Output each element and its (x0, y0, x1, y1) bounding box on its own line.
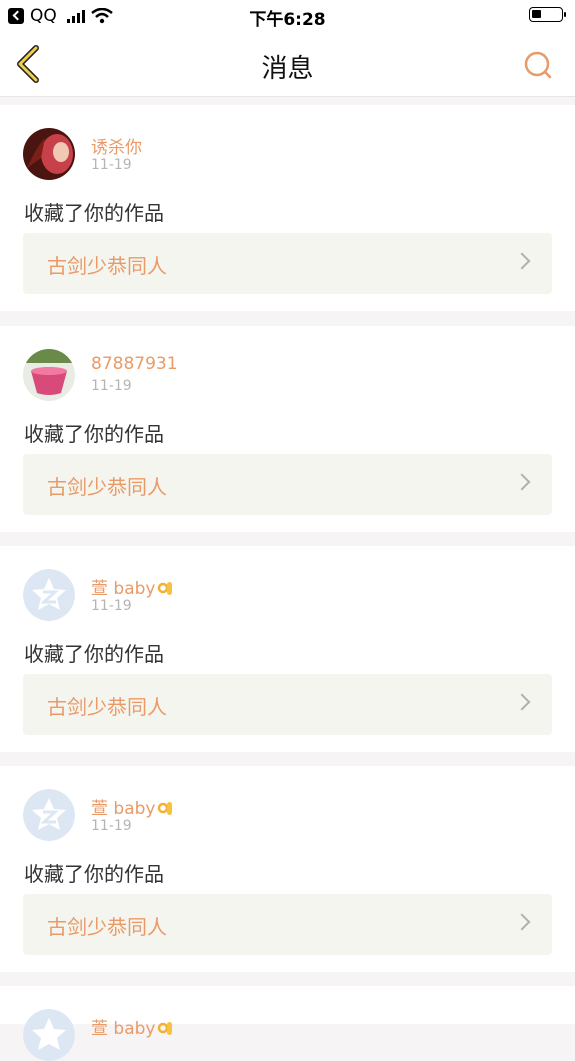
ok-hand-icon (158, 1022, 173, 1035)
search-icon[interactable] (523, 50, 553, 80)
username[interactable]: 萱 baby (91, 794, 175, 819)
work-link[interactable]: 古剑少恭同人 (23, 674, 552, 735)
default-avatar-icon[interactable] (23, 789, 75, 841)
work-link[interactable]: 古剑少恭同人 (23, 454, 552, 515)
message-card: 萱 baby 11-19 收藏了你的作品 古剑少恭同人 (0, 546, 575, 752)
message-card: 诱杀你 11-19 收藏了你的作品 古剑少恭同人 (0, 105, 575, 311)
ok-hand-icon (158, 582, 173, 595)
action-text: 收藏了你的作品 (24, 201, 164, 225)
username-text: 萱 baby (91, 799, 156, 819)
work-link[interactable]: 古剑少恭同人 (23, 894, 552, 955)
avatar[interactable] (23, 128, 75, 180)
chevron-right-icon (513, 252, 531, 270)
action-text: 收藏了你的作品 (24, 422, 164, 446)
username[interactable]: 87887931 (91, 354, 178, 374)
message-date: 11-19 (91, 157, 132, 173)
message-card: 萱 baby 11-19 收藏了你的作品 古剑少恭同人 (0, 766, 575, 972)
message-date: 11-19 (91, 818, 132, 834)
username-text: 萱 baby (91, 579, 156, 599)
work-link[interactable]: 古剑少恭同人 (23, 233, 552, 294)
username[interactable]: 萱 baby (91, 574, 175, 599)
username[interactable]: 萱 baby (91, 1014, 175, 1039)
default-avatar-icon[interactable] (23, 1009, 75, 1061)
navigation-bar: 消息 (0, 32, 575, 97)
action-text: 收藏了你的作品 (24, 862, 164, 886)
username[interactable]: 诱杀你 (91, 133, 142, 158)
default-avatar-icon[interactable] (23, 569, 75, 621)
work-title: 古剑少恭同人 (47, 915, 167, 939)
ok-hand-icon (158, 802, 173, 815)
battery-icon (529, 7, 566, 22)
chevron-right-icon (513, 473, 531, 491)
chevron-right-icon (513, 913, 531, 931)
work-title: 古剑少恭同人 (47, 254, 167, 278)
page-title: 消息 (261, 54, 314, 84)
work-title: 古剑少恭同人 (47, 695, 167, 719)
action-text: 收藏了你的作品 (24, 642, 164, 666)
status-bar: QQ 下午6:28 (0, 0, 575, 32)
chevron-right-icon (513, 693, 531, 711)
status-time: 下午6:28 (249, 10, 326, 30)
work-title: 古剑少恭同人 (47, 475, 167, 499)
avatar[interactable] (23, 349, 75, 401)
message-date: 11-19 (91, 598, 132, 614)
username-text: 萱 baby (91, 1019, 156, 1039)
message-card: 萱 baby (0, 986, 575, 1061)
message-card: 87887931 11-19 收藏了你的作品 古剑少恭同人 (0, 326, 575, 532)
message-date: 11-19 (91, 378, 132, 394)
